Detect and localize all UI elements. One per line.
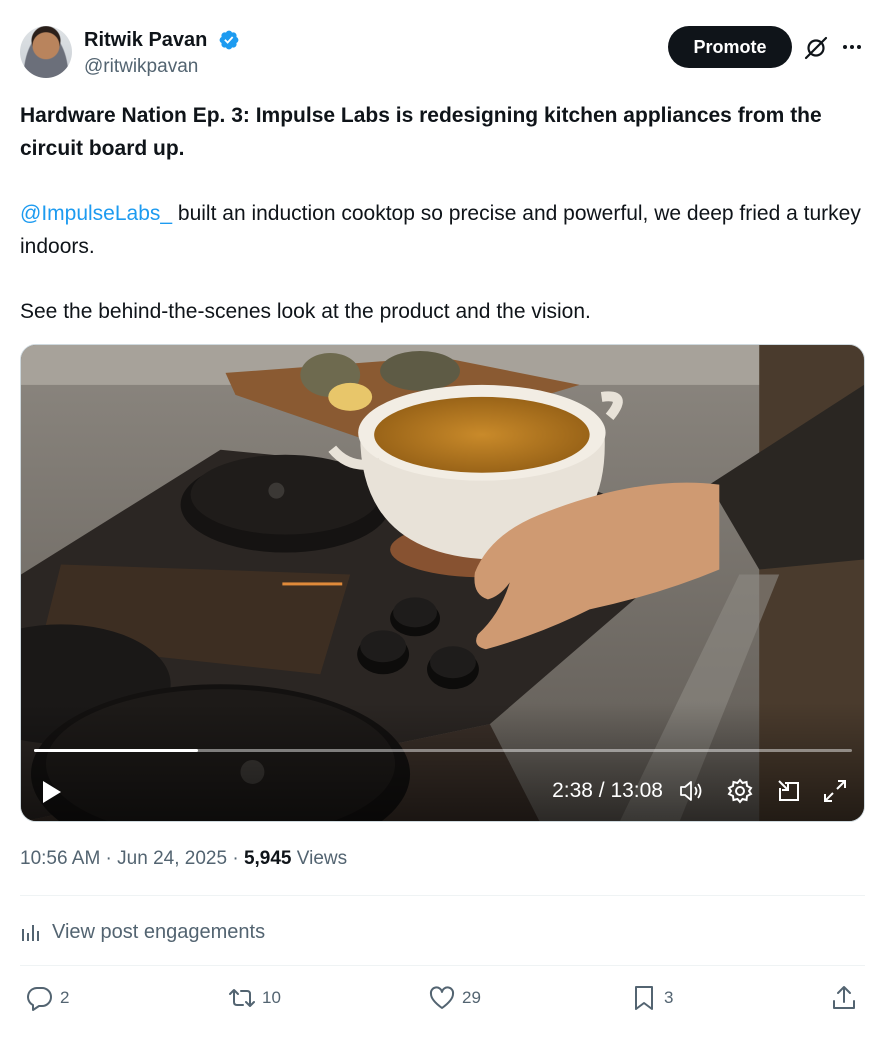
post-meta: 10:56 AM · Jun 24, 2025 · 5,945 Views [20, 848, 348, 869]
reply-count: 2 [60, 988, 70, 1007]
divider [20, 895, 865, 896]
post-closing: See the behind-the-scenes look at the pr… [20, 300, 591, 323]
settings-icon[interactable] [726, 777, 754, 805]
video-progress-bar[interactable] [34, 749, 852, 752]
post-body: @ImpulseLabs_ built an induction cooktop… [20, 197, 865, 263]
analytics-icon [22, 925, 39, 941]
post-time[interactable]: 10:56 AM [20, 848, 100, 869]
fullscreen-icon[interactable] [821, 777, 849, 805]
repost-button[interactable]: 10 [228, 983, 281, 1013]
repost-icon [229, 989, 255, 1007]
share-icon [833, 986, 855, 1009]
author-handle[interactable]: @ritwikpavan [84, 55, 198, 79]
post-date[interactable]: Jun 24, 2025 [117, 848, 227, 869]
reply-icon [27, 986, 52, 1011]
pip-icon[interactable] [775, 777, 803, 805]
author-name[interactable]: Ritwik Pavan [84, 28, 207, 52]
play-icon[interactable] [37, 778, 65, 806]
more-icon[interactable] [840, 35, 864, 59]
promote-button[interactable]: Promote [668, 26, 792, 68]
video-player[interactable]: 2:38 / 13:08 [20, 344, 865, 822]
bookmark-count: 3 [664, 988, 674, 1007]
bookmark-icon [635, 986, 653, 1010]
views-count: 5,945 [243, 848, 292, 869]
verified-badge-icon [219, 30, 239, 50]
repost-count: 10 [262, 988, 281, 1007]
video-time: 2:38 / 13:08 [552, 779, 663, 802]
share-button[interactable] [830, 983, 858, 1013]
heart-icon [429, 986, 455, 1009]
like-count: 29 [462, 988, 481, 1007]
tweet-text: Hardware Nation Ep. 3: Impulse Labs is r… [20, 99, 865, 328]
view-engagements-link[interactable]: View post engagements [20, 918, 265, 946]
post-title: Hardware Nation Ep. 3: Impulse Labs is r… [20, 104, 822, 160]
mention-link[interactable]: @ImpulseLabs_ [20, 202, 172, 225]
bookmark-button[interactable]: 3 [630, 983, 673, 1013]
volume-icon[interactable] [677, 777, 705, 805]
view-engagements-label: View post engagements [52, 920, 266, 943]
avatar[interactable] [20, 26, 72, 78]
views-label: Views [296, 848, 348, 869]
grok-icon[interactable] [803, 35, 829, 61]
like-button[interactable]: 29 [428, 983, 481, 1013]
video-progress-fill [34, 749, 199, 752]
reply-button[interactable]: 2 [26, 983, 69, 1013]
divider [20, 965, 865, 966]
